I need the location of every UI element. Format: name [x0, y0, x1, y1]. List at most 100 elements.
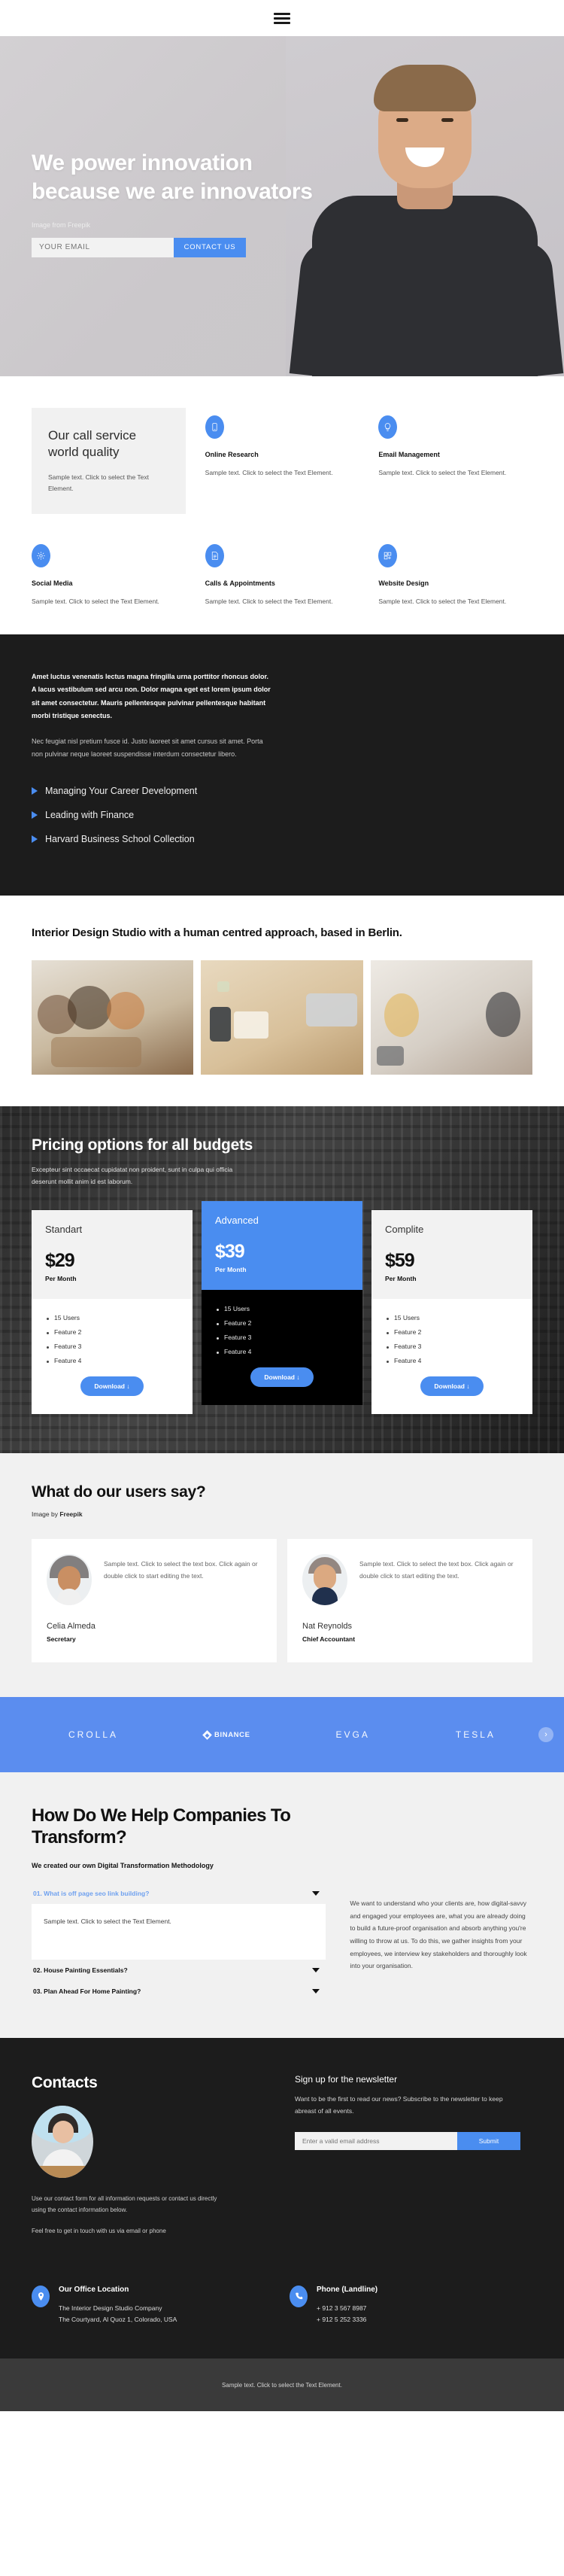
brand-logo-evga[interactable]: EVGA	[336, 1729, 370, 1740]
faq-section: How Do We Help Companies To Transform? W…	[0, 1772, 564, 2038]
newsletter-form: Submit	[295, 2132, 520, 2151]
newsletter-title: Sign up for the newsletter	[295, 2073, 398, 2085]
gallery-image-office-conversation	[370, 960, 532, 1075]
service-item-online-research[interactable]: Online Research Sample text. Click to se…	[205, 408, 359, 514]
burger-line	[274, 17, 290, 20]
plan-feature: 15 Users	[385, 1314, 519, 1321]
faq-question-toggle[interactable]: 03. Plan Ahead For Home Painting?	[32, 1981, 326, 2002]
contacts-text-1: Use our contact form for all information…	[32, 2194, 217, 2214]
plan-feature: Feature 4	[215, 1348, 349, 1355]
plan-feature: Feature 4	[45, 1357, 179, 1364]
pricing-card-complite: Complite $59 Per Month 15 Users Feature …	[371, 1210, 532, 1415]
testimonial-role: Secretary	[47, 1635, 76, 1644]
plan-download-button[interactable]: Download ↓	[250, 1367, 314, 1388]
plan-download-button[interactable]: Download ↓	[80, 1376, 144, 1397]
top-navigation-bar	[0, 0, 564, 36]
contact-office-line2: The Courtyard, Al Quoz 1, Colorado, USA	[59, 2316, 177, 2324]
faq-answer: Sample text. Click to select the Text El…	[44, 1917, 171, 1925]
plan-feature: Feature 4	[385, 1357, 519, 1364]
hero-content: We power innovation because we are innov…	[0, 36, 323, 257]
chevron-right-icon[interactable]: ›	[538, 1727, 553, 1743]
footer-text: Sample text. Click to select the Text El…	[222, 2381, 342, 2389]
service-item-website-design[interactable]: Website Design Sample text. Click to sel…	[378, 537, 532, 607]
brand-label: TESLA	[455, 1729, 496, 1741]
testimonials-section: What do our users say? Image by Freepik …	[0, 1453, 564, 1698]
services-grid: Our call service world quality Sample te…	[32, 408, 532, 607]
brand-label: EVGA	[335, 1729, 370, 1741]
newsletter-email-input[interactable]	[295, 2132, 457, 2151]
dark-link-label: Leading with Finance	[45, 809, 135, 820]
faq-subtitle: We created our own Digital Transformatio…	[32, 1861, 214, 1869]
brand-logo-tesla[interactable]: TESLA	[456, 1729, 496, 1740]
plan-price: $39	[215, 1241, 245, 1263]
testimonial-card: Sample text. Click to select the text bo…	[32, 1539, 277, 1663]
newsletter-submit-button[interactable]: Submit	[457, 2132, 520, 2151]
play-triangle-icon	[32, 835, 38, 843]
plan-feature-list: 15 Users Feature 2 Feature 3 Feature 4	[215, 1305, 349, 1355]
service-item-social-media[interactable]: Social Media Sample text. Click to selec…	[32, 537, 186, 607]
pricing-title: Pricing options for all budgets	[32, 1136, 253, 1154]
service-title: Website Design	[378, 579, 429, 587]
plan-download-button[interactable]: Download ↓	[420, 1376, 484, 1397]
faq-question-toggle[interactable]: 02. House Painting Essentials?	[32, 1960, 326, 1981]
brand-logo-binance[interactable]: BINANCE	[202, 1729, 250, 1740]
service-body: Sample text. Click to select the Text El…	[205, 469, 333, 476]
phone-icon	[290, 2286, 308, 2308]
pricing-card-header: Advanced $39 Per Month	[202, 1201, 362, 1291]
plan-feature: Feature 2	[215, 1319, 349, 1327]
dark-link-item[interactable]: Leading with Finance	[32, 810, 532, 820]
faq-question-toggle[interactable]: 01. What is off page seo link building?	[32, 1883, 326, 1904]
dark-link-item[interactable]: Harvard Business School Collection	[32, 834, 532, 844]
services-feature-title: Our call service world quality	[48, 428, 137, 460]
plan-feature: 15 Users	[45, 1314, 179, 1321]
testimonial-top: Sample text. Click to select the text bo…	[302, 1554, 517, 1606]
testimonial-top: Sample text. Click to select the text bo…	[47, 1554, 262, 1606]
plan-feature-list: 15 Users Feature 2 Feature 3 Feature 4	[45, 1314, 179, 1364]
hero-title: We power innovation because we are innov…	[32, 151, 313, 204]
contact-phone-line2: + 912 5 252 3336	[317, 2316, 367, 2324]
hero-photo	[286, 36, 564, 376]
figure-hair	[374, 65, 476, 111]
service-item-calls-appointments[interactable]: Calls & Appointments Sample text. Click …	[205, 537, 359, 607]
figure-eye-right	[441, 118, 453, 122]
plan-feature-list: 15 Users Feature 2 Feature 3 Feature 4	[385, 1314, 519, 1364]
hero-image-credit: Image from Freepik	[32, 220, 91, 229]
newsletter-block: Sign up for the newsletter Want to be th…	[295, 2074, 532, 2234]
burger-line	[274, 12, 290, 15]
chevron-down-icon	[312, 1988, 320, 1994]
contact-office-title: Our Office Location	[59, 2286, 129, 2295]
dark-link-item[interactable]: Managing Your Career Development	[32, 786, 532, 796]
dark-link-label: Managing Your Career Development	[45, 785, 198, 796]
contact-office-line1: The Interior Design Studio Company	[59, 2304, 162, 2313]
mobile-phone-icon	[205, 415, 224, 439]
service-body: Sample text. Click to select the Text El…	[378, 597, 507, 605]
avatar	[47, 1554, 92, 1606]
plan-feature: Feature 2	[45, 1328, 179, 1336]
pricing-card-header: Complite $59 Per Month	[371, 1210, 532, 1300]
contacts-avatar	[32, 2105, 93, 2178]
service-body: Sample text. Click to select the Text El…	[32, 597, 159, 605]
gear-icon	[32, 543, 50, 567]
hero-email-input[interactable]	[32, 237, 174, 257]
pricing-card-standart: Standart $29 Per Month 15 Users Feature …	[32, 1210, 193, 1415]
testimonial-card: Sample text. Click to select the text bo…	[287, 1539, 532, 1663]
service-item-email-management[interactable]: Email Management Sample text. Click to s…	[378, 408, 532, 514]
dark-content-section: Amet luctus venenatis lectus magna fring…	[0, 634, 564, 896]
plan-price: $59	[385, 1250, 415, 1272]
brand-logo-crolla[interactable]: CROLLA	[68, 1729, 118, 1740]
play-triangle-icon	[32, 786, 38, 795]
contact-info-blocks: Our Office Location The Interior Design …	[32, 2286, 532, 2325]
faq-question: 01. What is off page seo link building?	[33, 1889, 150, 1897]
contact-phone-text: Phone (Landline) + 912 3 567 8987 + 912 …	[317, 2286, 378, 2325]
gallery-image-desk-flatlay	[201, 960, 363, 1075]
faq-item-2: 02. House Painting Essentials?	[32, 1960, 326, 1981]
chevron-down-icon	[312, 1890, 320, 1896]
credit-brand: Freepik	[59, 1510, 83, 1519]
hero-contact-button[interactable]: CONTACT US	[174, 237, 246, 257]
plan-feature: 15 Users	[215, 1305, 349, 1312]
service-title: Calls & Appointments	[205, 579, 275, 587]
testimonial-quote: Sample text. Click to select the text bo…	[359, 1560, 514, 1580]
pricing-subtitle: Excepteur sint occaecat cupidatat non pr…	[32, 1166, 233, 1186]
plan-period: Per Month	[215, 1266, 247, 1274]
hamburger-menu-icon[interactable]	[274, 11, 290, 26]
